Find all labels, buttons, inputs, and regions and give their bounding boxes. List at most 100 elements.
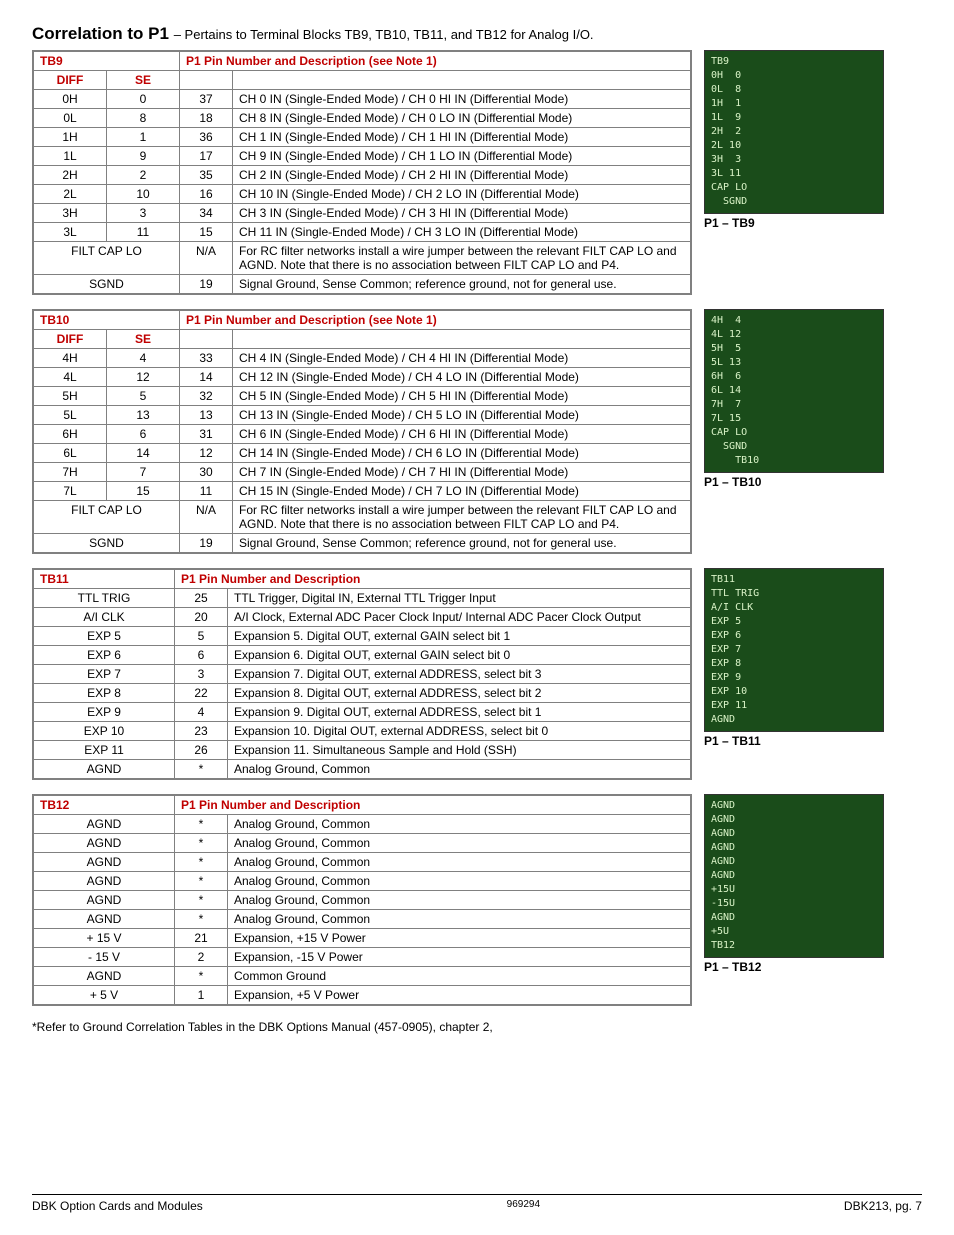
cell-diff: 5H: [33, 387, 107, 406]
cell-desc: CH 13 IN (Single-Ended Mode) / CH 5 LO I…: [233, 406, 692, 425]
cell-pin: 37: [180, 90, 233, 109]
cell-pin: 3: [175, 665, 228, 684]
footer-left: DBK Option Cards and Modules: [32, 1199, 203, 1213]
tb10-filt-pin: N/A: [180, 501, 233, 534]
cell-desc: Analog Ground, Common: [228, 834, 692, 853]
cell-label: AGND: [33, 967, 175, 986]
cell-desc: Expansion, -15 V Power: [228, 948, 692, 967]
cell-diff: 1L: [33, 147, 107, 166]
cell-pin: 26: [175, 741, 228, 760]
tb11-p1head: P1 Pin Number and Description: [175, 569, 692, 589]
tb11-name: TB11: [33, 569, 175, 589]
cell-label: AGND: [33, 910, 175, 929]
tb10-connector-image: 4H 4 4L 12 5H 5 5L 13 6H 6 6L 14 7H 7 7L…: [704, 309, 884, 473]
cell-diff: 1H: [33, 128, 107, 147]
table-row: + 5 V1Expansion, +5 V Power: [33, 986, 691, 1006]
table-row: EXP 822Expansion 8. Digital OUT, externa…: [33, 684, 691, 703]
cell-se: 2: [107, 166, 180, 185]
cell-desc: TTL Trigger, Digital IN, External TTL Tr…: [228, 589, 692, 608]
table-row: 1L917CH 9 IN (Single-Ended Mode) / CH 1 …: [33, 147, 691, 166]
cell-desc: CH 5 IN (Single-Ended Mode) / CH 5 HI IN…: [233, 387, 692, 406]
cell-desc: Expansion, +15 V Power: [228, 929, 692, 948]
table-row: EXP 1126Expansion 11. Simultaneous Sampl…: [33, 741, 691, 760]
cell-se: 5: [107, 387, 180, 406]
cell-desc: CH 3 IN (Single-Ended Mode) / CH 3 HI IN…: [233, 204, 692, 223]
table-row: AGND*Analog Ground, Common: [33, 853, 691, 872]
cell-diff: 0L: [33, 109, 107, 128]
cell-desc: Expansion 9. Digital OUT, external ADDRE…: [228, 703, 692, 722]
cell-label: TTL TRIG: [33, 589, 175, 608]
cell-label: EXP 7: [33, 665, 175, 684]
tb9-block: TB9 P1 Pin Number and Description (see N…: [32, 50, 922, 295]
cell-pin: *: [175, 760, 228, 780]
cell-label: AGND: [33, 815, 175, 834]
tb11-connector-image: TB11 TTL TRIG A/I CLK EXP 5 EXP 6 EXP 7 …: [704, 568, 884, 732]
cell-diff: 3L: [33, 223, 107, 242]
tb10-filt-label: FILT CAP LO: [33, 501, 180, 534]
cell-diff: 6H: [33, 425, 107, 444]
table-row: EXP 55Expansion 5. Digital OUT, external…: [33, 627, 691, 646]
cell-pin: 11: [180, 482, 233, 501]
cell-desc: CH 6 IN (Single-Ended Mode) / CH 6 HI IN…: [233, 425, 692, 444]
tb12-name: TB12: [33, 795, 175, 815]
cell-desc: CH 11 IN (Single-Ended Mode) / CH 3 LO I…: [233, 223, 692, 242]
tb10-sgnd-pin: 19: [180, 534, 233, 554]
cell-desc: CH 4 IN (Single-Ended Mode) / CH 4 HI IN…: [233, 349, 692, 368]
tb10-sgnd-label: SGND: [33, 534, 180, 554]
cell-se: 1: [107, 128, 180, 147]
cell-pin: 22: [175, 684, 228, 703]
cell-se: 11: [107, 223, 180, 242]
table-row: + 15 V21Expansion, +15 V Power: [33, 929, 691, 948]
table-row: 0H037CH 0 IN (Single-Ended Mode) / CH 0 …: [33, 90, 691, 109]
cell-pin: 5: [175, 627, 228, 646]
tb11-table: TB11 P1 Pin Number and Description TTL T…: [32, 568, 692, 780]
cell-desc: Expansion 6. Digital OUT, external GAIN …: [228, 646, 692, 665]
cell-label: + 5 V: [33, 986, 175, 1006]
tb12-block: TB12 P1 Pin Number and Description AGND*…: [32, 794, 922, 1006]
cell-pin: 25: [175, 589, 228, 608]
tb9-filt-label: FILT CAP LO: [33, 242, 180, 275]
cell-desc: Expansion 5. Digital OUT, external GAIN …: [228, 627, 692, 646]
table-row: 1H136CH 1 IN (Single-Ended Mode) / CH 1 …: [33, 128, 691, 147]
cell-pin: *: [175, 967, 228, 986]
cell-pin: 32: [180, 387, 233, 406]
cell-pin: 36: [180, 128, 233, 147]
table-row: EXP 73Expansion 7. Digital OUT, external…: [33, 665, 691, 684]
tb9-sgnd-label: SGND: [33, 275, 180, 295]
cell-label: + 15 V: [33, 929, 175, 948]
table-row: AGND*Analog Ground, Common: [33, 760, 691, 780]
tb12-p1head: P1 Pin Number and Description: [175, 795, 692, 815]
tb9-name: TB9: [33, 51, 180, 71]
table-row: AGND*Common Ground: [33, 967, 691, 986]
cell-desc: Expansion 10. Digital OUT, external ADDR…: [228, 722, 692, 741]
cell-label: EXP 6: [33, 646, 175, 665]
cell-pin: 14: [180, 368, 233, 387]
table-row: 6H631CH 6 IN (Single-Ended Mode) / CH 6 …: [33, 425, 691, 444]
table-row: AGND*Analog Ground, Common: [33, 815, 691, 834]
table-row: 4L1214CH 12 IN (Single-Ended Mode) / CH …: [33, 368, 691, 387]
cell-pin: 4: [175, 703, 228, 722]
table-row: 2L1016CH 10 IN (Single-Ended Mode) / CH …: [33, 185, 691, 204]
tb12-caption: P1 – TB12: [704, 960, 884, 974]
cell-desc: CH 2 IN (Single-Ended Mode) / CH 2 HI IN…: [233, 166, 692, 185]
tb9-filt-pin: N/A: [180, 242, 233, 275]
tb11-block: TB11 P1 Pin Number and Description TTL T…: [32, 568, 922, 780]
table-row: AGND*Analog Ground, Common: [33, 872, 691, 891]
table-row: 5H532CH 5 IN (Single-Ended Mode) / CH 5 …: [33, 387, 691, 406]
table-row: AGND*Analog Ground, Common: [33, 910, 691, 929]
cell-desc: Analog Ground, Common: [228, 815, 692, 834]
footer-right: DBK213, pg. 7: [844, 1199, 922, 1213]
table-row: AGND*Analog Ground, Common: [33, 891, 691, 910]
cell-diff: 6L: [33, 444, 107, 463]
tb9-sub-diff: DIFF: [33, 71, 107, 90]
cell-label: AGND: [33, 853, 175, 872]
cell-desc: Expansion 7. Digital OUT, external ADDRE…: [228, 665, 692, 684]
cell-pin: 33: [180, 349, 233, 368]
cell-se: 3: [107, 204, 180, 223]
table-row: TTL TRIG25TTL Trigger, Digital IN, Exter…: [33, 589, 691, 608]
tb10-sub-diff: DIFF: [33, 330, 107, 349]
cell-pin: 21: [175, 929, 228, 948]
cell-desc: CH 12 IN (Single-Ended Mode) / CH 4 LO I…: [233, 368, 692, 387]
cell-desc: CH 7 IN (Single-Ended Mode) / CH 7 HI IN…: [233, 463, 692, 482]
cell-pin: 13: [180, 406, 233, 425]
